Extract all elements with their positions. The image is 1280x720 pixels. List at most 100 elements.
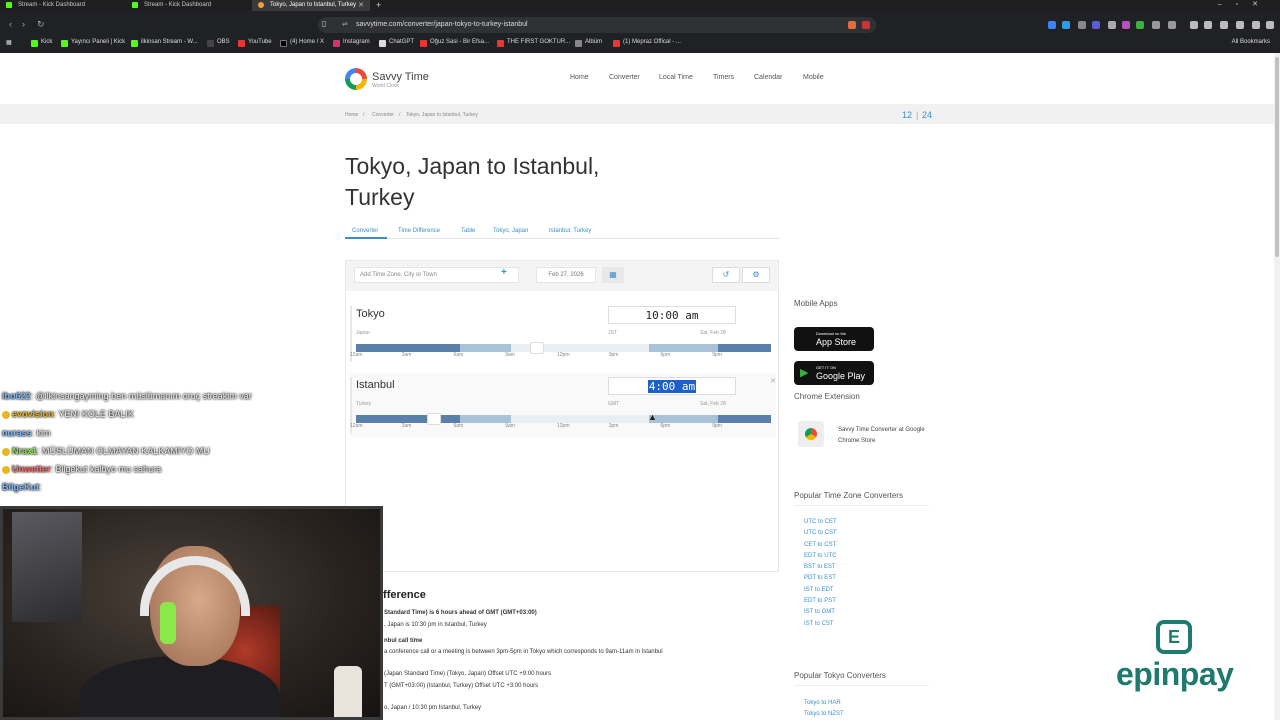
converter-link[interactable]: Tokyo to NZST (804, 711, 844, 720)
bookmark-item[interactable]: THE FIRST GOKTUR... (497, 39, 570, 47)
window-controls[interactable]: –▫✕ (1218, 0, 1272, 8)
hour-segment (597, 344, 616, 352)
bookmark-item[interactable]: ChatGPT (379, 39, 414, 47)
vpn-icon[interactable] (1252, 21, 1260, 29)
bookmark-item[interactable]: Kick (31, 39, 52, 47)
converter-link[interactable]: CET to CST (804, 542, 837, 553)
menu-icon[interactable] (1266, 21, 1274, 29)
close-tab-icon[interactable]: ✕ (358, 1, 364, 9)
format-24h[interactable]: 24 (922, 110, 932, 120)
settings-icon[interactable]: ⚙ (742, 267, 770, 283)
address-bar[interactable]: ▯ ⇌ savvytime.com/converter/japan-tokyo-… (318, 17, 876, 33)
nav-timers[interactable]: Timers (713, 74, 734, 81)
converter-link[interactable]: IST to GMT (804, 609, 837, 620)
extension-icon[interactable] (1122, 21, 1130, 29)
bookmark-item[interactable]: YouTube (238, 39, 272, 47)
crumb-converter[interactable]: Converter (372, 112, 394, 118)
extension-icon[interactable] (1092, 21, 1100, 29)
all-bookmarks[interactable]: All Bookmarks (1232, 39, 1270, 45)
brave-shield-icon[interactable] (848, 21, 856, 29)
hour-label: 3pm (608, 423, 619, 429)
savvy-time-logo-icon[interactable] (345, 68, 367, 90)
hour-slider-track[interactable] (356, 344, 771, 352)
reset-icon[interactable]: ↺ (712, 267, 740, 283)
scrollbar-thumb[interactable] (1275, 57, 1279, 257)
converter-link[interactable]: EDT to PST (804, 598, 837, 609)
bookmark-item[interactable]: Oğuz Sasi - Bir Efsa... (420, 39, 489, 47)
reload-icon[interactable]: ↻ (37, 19, 45, 30)
bookmark-item[interactable]: Instagram (333, 39, 370, 47)
extension-icon[interactable] (1048, 21, 1056, 29)
hour-slider-track[interactable] (356, 415, 771, 423)
extension-icon[interactable] (1078, 21, 1086, 29)
timezone-row[interactable]: Istanbul Turkey 4:00 am GMT Sat, Feb 28 ✕ 12am… (350, 373, 776, 437)
bookmark-item[interactable]: (4) Home / X (280, 39, 324, 47)
converter-link[interactable]: IST to EDT (804, 587, 837, 598)
browser-tab[interactable]: Stream - Kick Dashboard (126, 0, 252, 11)
browser-tab[interactable]: Stream - Kick Dashboard (0, 0, 126, 11)
date-input[interactable]: Feb 27, 2026 (536, 267, 596, 283)
wallet-icon[interactable] (1220, 21, 1228, 29)
hour-label: 9am (505, 352, 515, 358)
epinpay-brand: epinpay (1116, 656, 1234, 692)
sidebar-icon[interactable] (1204, 21, 1212, 29)
popular-tokyo-heading: Popular Tokyo Converters (794, 671, 886, 680)
nav-converter[interactable]: Converter (609, 74, 640, 81)
extension-icon[interactable] (1136, 21, 1144, 29)
instagram-icon (333, 40, 340, 47)
back-icon[interactable]: ‹ (9, 19, 12, 29)
nav-local-time[interactable]: Local Time (659, 74, 693, 81)
bookmark-icon[interactable]: ▯ (322, 19, 326, 28)
nav-home[interactable]: Home (570, 74, 589, 81)
browser-tab-active[interactable]: Tokyo, Japan to Istanbul, Turkey ✕ (252, 0, 370, 11)
bookmark-item[interactable]: OBS (207, 39, 230, 47)
tab-time-difference[interactable]: Time Difference (398, 228, 440, 234)
nav-calendar[interactable]: Calendar (754, 74, 782, 81)
tab-converter[interactable]: Converter (352, 228, 378, 234)
clock-icon (258, 2, 264, 8)
new-tab-button[interactable]: + (376, 0, 381, 10)
app-store-button[interactable]: Download on the App Store (794, 327, 874, 351)
add-timezone-icon[interactable]: + (501, 267, 507, 278)
extension-icon[interactable] (1062, 21, 1070, 29)
converter-link[interactable]: BST to EST (804, 564, 837, 575)
logo-title[interactable]: Savvy Time (372, 71, 429, 83)
converter-link[interactable]: Tokyo to HAR (804, 700, 844, 711)
converter-link[interactable]: IST to CST (804, 621, 837, 632)
leo-icon[interactable] (1236, 21, 1244, 29)
nav-mobile[interactable]: Mobile (803, 74, 824, 81)
extension-icon[interactable] (1108, 21, 1116, 29)
bookmark-item[interactable]: ilkinsan Stream - W... (131, 39, 198, 47)
rewards-icon[interactable] (862, 21, 870, 29)
site-info-icon[interactable]: ⇌ (342, 20, 348, 28)
tab-table[interactable]: Table (461, 228, 475, 234)
converter-link[interactable]: UTC to CET (804, 519, 837, 530)
bookmark-item[interactable]: Albüm (575, 39, 602, 47)
apps-icon[interactable]: ▦ (6, 39, 12, 46)
google-play-button[interactable]: ▶ GET IT ON Google Play (794, 361, 874, 385)
time-input[interactable]: 4:00 am (608, 377, 736, 395)
puzzle-icon[interactable] (1152, 21, 1160, 29)
media-icon[interactable] (1190, 21, 1198, 29)
converter-link[interactable]: EDT to UTC (804, 553, 837, 564)
tab-istanbul[interactable]: Istanbul, Turkey (549, 228, 591, 234)
forward-icon[interactable]: › (22, 19, 25, 29)
active-tab-indicator (345, 237, 387, 239)
bookmark-item[interactable]: Yayıncı Paneli | Kick (61, 39, 125, 47)
crumb-home[interactable]: Home (345, 112, 358, 118)
chrome-extension-card[interactable]: Savvy Time Converter at Google Chrome St… (794, 417, 929, 453)
page-scrollbar[interactable] (1274, 53, 1280, 720)
tab-tokyo[interactable]: Tokyo, Japan (493, 228, 528, 234)
extension-icon[interactable] (1168, 21, 1176, 29)
kick-icon (131, 40, 138, 47)
converter-link[interactable]: PDT to EST (804, 575, 837, 586)
hour-label: 12pm (557, 423, 570, 429)
timezone-search-input[interactable]: Add Time Zone, City or Town (354, 267, 519, 283)
calendar-icon[interactable]: ▦ (602, 267, 624, 283)
bookmark-item[interactable]: (1) Mepraz Offical - ... (613, 39, 681, 47)
time-input[interactable]: 10:00 am (608, 306, 736, 324)
timezone-row[interactable]: Tokyo Japan 10:00 am JST Sat, Feb 28 12am 3am 6… (350, 302, 776, 366)
remove-row-icon[interactable]: ✕ (770, 377, 776, 385)
converter-link[interactable]: UTC to CST (804, 530, 837, 541)
format-12h[interactable]: 12 (902, 110, 912, 120)
